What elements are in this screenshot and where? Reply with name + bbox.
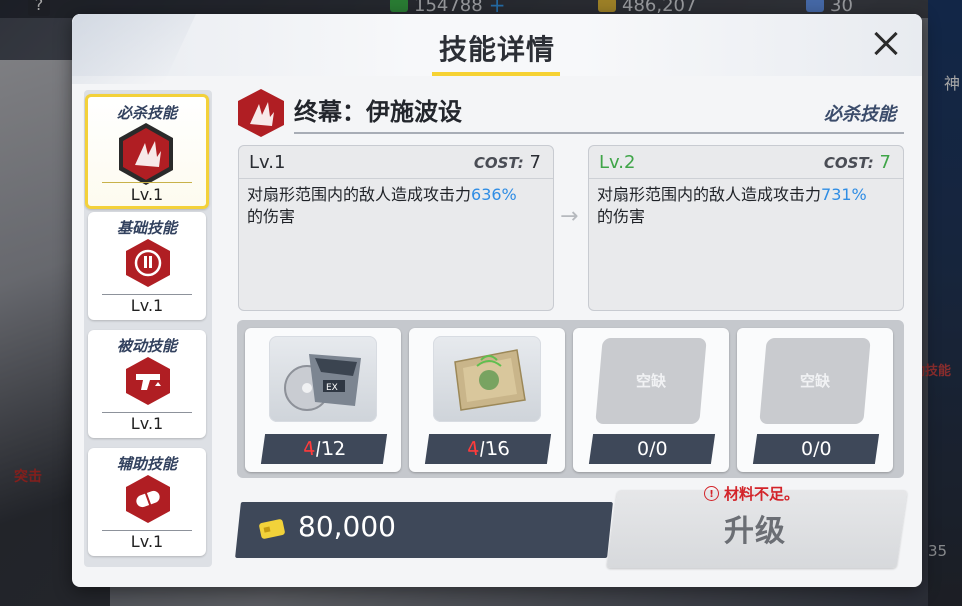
desc-text: 的伤害: [247, 207, 296, 226]
material-slot[interactable]: EX 4/12: [245, 328, 401, 472]
card-divider: [589, 178, 903, 179]
alert-icon: !: [704, 486, 719, 501]
cost-value: 7: [529, 152, 541, 173]
modal-header: 技能详情: [72, 14, 922, 84]
empty-slot-placeholder: 空缺: [759, 338, 871, 424]
blueprint-material-icon: [433, 336, 541, 422]
tab-level: Lv.1: [130, 532, 164, 551]
damage-percent: 636%: [471, 185, 517, 204]
pistol-skill-icon: [126, 357, 170, 405]
material-count: 4/12: [260, 434, 388, 464]
header-decoration: [72, 14, 201, 84]
material-count-text: 0/0: [636, 438, 668, 460]
svg-text:EX: EX: [326, 383, 338, 393]
material-required: /12: [313, 438, 347, 460]
current-cost: COST: 7: [474, 152, 541, 173]
tab-ultimate-skill[interactable]: 必杀技能 Lv.1: [85, 94, 209, 209]
capsule-skill-icon: [126, 475, 170, 523]
current-level-description: 对扇形范围内的敌人造成攻击力636% 的伤害: [247, 184, 547, 228]
material-required: /16: [477, 438, 511, 460]
close-icon[interactable]: [868, 26, 904, 62]
ultimate-skill-icon: [119, 123, 173, 185]
insufficient-materials-warning: ! 材料不足。: [704, 483, 799, 504]
ex-disc-material-icon: EX: [269, 336, 377, 422]
tab-separator: [102, 530, 192, 531]
next-level-label: Lv.2: [599, 152, 636, 173]
tab-label: 辅助技能: [116, 455, 177, 473]
tab-level: Lv.1: [130, 414, 164, 433]
cost-label: COST:: [473, 154, 524, 172]
empty-slot-label: 空缺: [800, 372, 831, 390]
desc-text: 的伤害: [597, 207, 646, 226]
damage-percent: 731%: [821, 185, 867, 204]
skill-tab-list: 必杀技能 Lv.1 基础技能 Lv.1 被动技能 Lv.1 辅助技能 Lv.1: [84, 90, 212, 567]
upgrade-cost-bar: [235, 502, 613, 558]
desc-text: 对扇形范围内的敌人造成攻击力: [597, 185, 822, 204]
reload-skill-icon: [126, 239, 170, 287]
desc-text: 对扇形范围内的敌人造成攻击力: [247, 185, 472, 204]
skill-divider: [294, 132, 904, 134]
skill-name: 终幕：伊施波设: [294, 98, 462, 126]
current-level-label: Lv.1: [249, 152, 286, 173]
upgrade-button-label: 升级: [724, 514, 786, 549]
tab-label: 被动技能: [116, 337, 177, 355]
material-count-text: 0/0: [800, 438, 832, 460]
material-slot-empty: 空缺 0/0: [737, 328, 893, 472]
materials-panel: EX 4/12 4/16 空缺 0/0 空缺 0/0: [237, 320, 904, 478]
cost-label: COST:: [823, 154, 874, 172]
tab-basic-skill[interactable]: 基础技能 Lv.1: [88, 212, 206, 320]
upgrade-cost-value: 80,000: [298, 510, 396, 543]
card-divider: [239, 178, 553, 179]
tab-level: Lv.1: [130, 296, 164, 315]
tab-level: Lv.1: [130, 185, 164, 204]
arrow-right-icon: →: [560, 204, 579, 229]
tab-separator: [102, 182, 192, 183]
credit-ticket-icon: [259, 519, 285, 539]
cost-value: 7: [879, 152, 891, 173]
title-underline: [432, 72, 560, 76]
current-level-card: Lv.1 COST: 7 对扇形范围内的敌人造成攻击力636% 的伤害: [238, 145, 554, 311]
ultimate-skill-icon: [238, 89, 284, 137]
tab-label: 必杀技能: [116, 104, 177, 122]
material-slot[interactable]: 4/16: [409, 328, 565, 472]
tab-separator: [102, 294, 192, 295]
empty-slot-placeholder: 空缺: [595, 338, 707, 424]
tab-separator: [102, 412, 192, 413]
tab-label: 基础技能: [116, 219, 177, 237]
modal-title: 技能详情: [438, 33, 555, 66]
material-count: 0/0: [588, 434, 716, 464]
empty-slot-label: 空缺: [636, 372, 667, 390]
skill-detail-modal: 技能详情 必杀技能 Lv.1 基础技能 Lv.1 被动技能 Lv.1 辅助技能 …: [72, 14, 922, 587]
material-count: 4/16: [424, 434, 552, 464]
tab-support-skill[interactable]: 辅助技能 Lv.1: [88, 448, 206, 556]
material-slot-empty: 空缺 0/0: [573, 328, 729, 472]
next-level-description: 对扇形范围内的敌人造成攻击力731% 的伤害: [597, 184, 897, 228]
tab-passive-skill[interactable]: 被动技能 Lv.1: [88, 330, 206, 438]
material-count: 0/0: [752, 434, 880, 464]
warning-text: 材料不足。: [724, 485, 800, 503]
next-cost: COST: 7: [824, 152, 891, 173]
next-level-card: Lv.2 COST: 7 对扇形范围内的敌人造成攻击力731% 的伤害: [588, 145, 904, 311]
skill-type: 必杀技能: [824, 104, 896, 125]
